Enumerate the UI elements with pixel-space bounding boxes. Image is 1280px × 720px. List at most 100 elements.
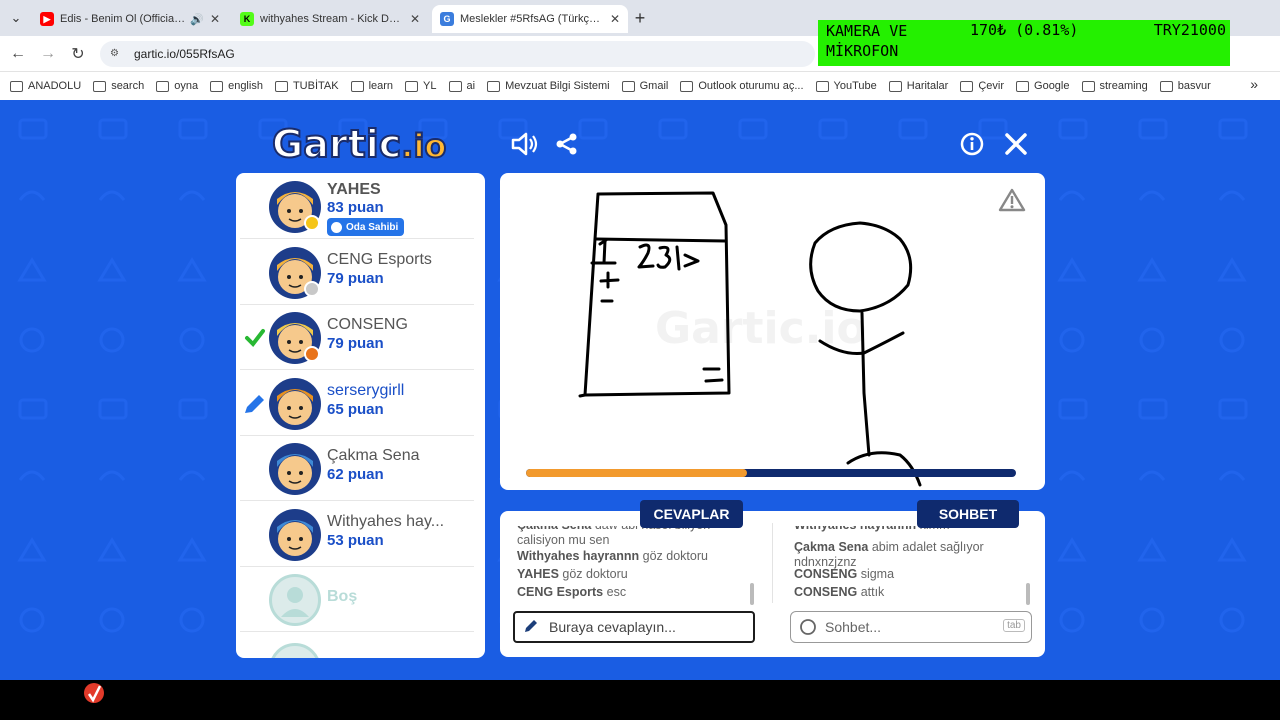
answers-header: CEVAPLAR xyxy=(640,500,743,528)
bookmark-label: Gmail xyxy=(639,80,669,92)
bookmark-item[interactable]: TUBİTAK xyxy=(274,80,339,92)
empty-avatar xyxy=(269,574,321,626)
player-row[interactable]: Boş xyxy=(240,568,474,632)
tab-title: withyahes Stream - Kick Dashbo xyxy=(260,13,404,25)
player-list[interactable]: YAHES 83 puan Oda Sahibi CENG Esports 79 pua… xyxy=(236,173,485,658)
room-owner-badge: Oda Sahibi xyxy=(327,218,405,236)
bookmark-item[interactable]: Haritalar xyxy=(888,80,948,92)
folder-icon xyxy=(274,80,288,92)
share-icon[interactable] xyxy=(555,132,579,156)
message-user: YAHES xyxy=(517,567,559,581)
site-info-icon[interactable]: ⚙ xyxy=(110,48,124,60)
chat-list[interactable]: Withyahes hayrannn kimmÇakma Sena abim a… xyxy=(794,526,1029,606)
tab-title: Edis - Benim Ol (Official Vid xyxy=(60,13,187,25)
close-tab-icon[interactable]: ✕ xyxy=(210,12,220,26)
answers-list[interactable]: Çakma Sena daw abi nasol biliyon calisiy… xyxy=(517,526,752,606)
bookmark-item[interactable]: oyna xyxy=(156,80,198,92)
player-status-dot xyxy=(304,280,320,297)
player-name: serserygirll xyxy=(327,381,405,399)
bookmarks-overflow-icon[interactable]: » xyxy=(1250,76,1258,92)
app-logo-icon[interactable] xyxy=(82,681,106,705)
back-icon[interactable]: ← xyxy=(8,44,28,64)
bookmark-item[interactable]: Gmail xyxy=(621,80,669,92)
empty-avatar xyxy=(269,643,321,658)
forward-icon[interactable]: → xyxy=(38,44,58,64)
close-game-icon[interactable] xyxy=(1004,132,1028,156)
speaker-icon[interactable]: 🔊 xyxy=(190,13,204,26)
folder-icon xyxy=(815,80,829,92)
drawing-pencil-icon xyxy=(245,394,264,413)
bookmark-item[interactable]: Outlook oturumu aç... xyxy=(680,80,804,92)
bookmark-item[interactable]: YL xyxy=(405,80,437,92)
answers-scrollbar[interactable] xyxy=(750,583,754,605)
message-user: Çakma Sena xyxy=(794,540,869,554)
bookmark-label: Google xyxy=(1034,80,1070,92)
bookmark-label: ai xyxy=(466,80,476,92)
bookmark-item[interactable]: ai xyxy=(448,80,476,92)
bookmark-item[interactable]: search xyxy=(93,80,144,92)
bookmark-item[interactable]: basvur xyxy=(1159,80,1211,92)
reload-icon[interactable]: ↻ xyxy=(68,44,88,64)
stream-goal-overlay: KAMERA VE MİKROFON 170₺ (0.81%) TRY21000 xyxy=(818,20,1230,66)
report-warning-icon[interactable] xyxy=(998,187,1026,213)
player-row[interactable]: CONSENG 79 puan xyxy=(240,306,474,370)
bookmarks-bar: ANADOLU search oyna english TUBİTAK learn YL ai… xyxy=(0,72,1280,100)
bookmark-item[interactable]: Çevir xyxy=(960,80,1004,92)
bookmark-label: english xyxy=(228,80,263,92)
tab-search-button[interactable]: ⌄ xyxy=(6,8,26,28)
player-row[interactable]: CENG Esports 79 puan xyxy=(240,241,474,305)
bookmark-label: Mevzuat Bilgi Sistemi xyxy=(505,80,610,92)
player-row[interactable]: YAHES 83 puan Oda Sahibi xyxy=(240,175,474,239)
bookmark-label: Outlook oturumu aç... xyxy=(698,80,804,92)
chat-panel: Çakma Sena daw abi nasol biliyon calisiy… xyxy=(500,511,1045,657)
overlay-amount: 170₺ (0.81%) xyxy=(970,21,1079,39)
bookmark-item[interactable]: ANADOLU xyxy=(10,80,81,92)
bookmark-label: learn xyxy=(368,80,394,92)
player-avatar xyxy=(269,508,321,561)
new-tab-button[interactable]: + xyxy=(630,8,650,28)
close-tab-icon[interactable]: ✕ xyxy=(610,12,620,26)
bookmark-item[interactable]: learn xyxy=(350,80,394,92)
close-tab-icon[interactable]: ✕ xyxy=(410,12,420,26)
bookmark-item[interactable]: Google xyxy=(1016,80,1070,92)
chat-message: Çakma Sena abim adalet sağlıyor ndnxnzjz… xyxy=(794,540,1029,570)
bookmark-item[interactable]: english xyxy=(210,80,263,92)
message-user: Withyahes hayrannn xyxy=(794,526,916,532)
folder-icon xyxy=(680,80,694,92)
badge-label: Oda Sahibi xyxy=(346,221,399,233)
player-name: CONSENG xyxy=(327,316,408,333)
browser-tab-2[interactable]: K withyahes Stream - Kick Dashbo ✕ xyxy=(232,5,428,33)
overlay-goal: TRY21000 xyxy=(1153,21,1226,39)
bookmark-label: TUBİTAK xyxy=(292,80,339,92)
player-points: 65 puan xyxy=(327,400,384,418)
folder-icon xyxy=(93,80,107,92)
sound-icon[interactable] xyxy=(510,131,538,157)
player-row[interactable]: serserygirll 65 puan xyxy=(240,372,474,436)
player-row[interactable]: Withyahes hay... 53 puan xyxy=(240,503,474,567)
answer-input[interactable]: Buraya cevaplayın... xyxy=(513,611,755,643)
bookmark-item[interactable]: Mevzuat Bilgi Sistemi xyxy=(487,80,610,92)
browser-tab-1[interactable]: ▶ Edis - Benim Ol (Official Vid 🔊 ✕ xyxy=(32,5,228,33)
tab-title: Meslekler #5RfsAG (Türkçe) - G xyxy=(460,13,604,25)
bookmark-item[interactable]: YouTube xyxy=(815,80,877,92)
chat-message: CONSENG sigma xyxy=(794,567,1029,582)
bookmark-item[interactable]: streaming xyxy=(1081,80,1148,92)
player-status-dot xyxy=(304,346,320,362)
folder-icon xyxy=(888,80,902,92)
drawing-canvas[interactable]: Gartic.io xyxy=(500,173,1045,490)
info-icon[interactable] xyxy=(960,132,984,156)
pencil-icon xyxy=(525,620,537,632)
url-field[interactable]: ⚙ gartic.io/055RfsAG xyxy=(100,41,815,67)
message-text: esc xyxy=(606,585,627,599)
message-user: CENG Esports xyxy=(517,585,604,599)
chat-input[interactable]: Sohbet... tab xyxy=(790,611,1032,643)
player-row[interactable]: Çakma Sena 62 puan xyxy=(240,437,474,501)
gartic-icon: G xyxy=(440,12,454,26)
player-status-dot xyxy=(304,215,320,231)
browser-tab-3-active[interactable]: G Meslekler #5RfsAG (Türkçe) - G ✕ xyxy=(432,5,628,33)
overlay-title: KAMERA VE MİKROFON xyxy=(826,21,907,61)
avatar-face-icon xyxy=(277,454,313,490)
round-timer-bar xyxy=(526,469,1016,477)
chat-scrollbar[interactable] xyxy=(1026,583,1030,605)
message-user: Çakma Sena xyxy=(517,526,591,532)
